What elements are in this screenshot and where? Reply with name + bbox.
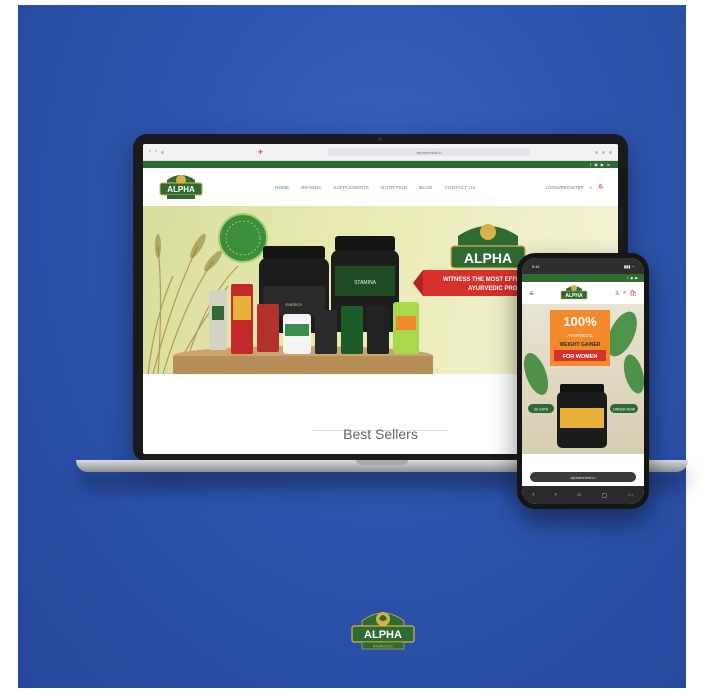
site-header: ALPHA HOME BRANDS SUPPLEMENTS NUTRITION … [143,168,618,206]
main-nav: HOME BRANDS SUPPLEMENTS NUTRITION BLOG C… [205,185,545,190]
site-logo[interactable]: ALPHA [157,172,205,202]
site-logo-text: ALPHA [167,185,195,194]
phone-logo-text: ALPHA [566,293,584,299]
phone-tabs-icon[interactable]: ▢ [601,492,607,499]
address-bar[interactable]: alphaherbal.in [327,148,531,156]
phone-pill-left: 30 CAPS [534,408,549,412]
mockup-canvas: ‹ › ✚ alphaherbal.in f ◉ ▶ in ALPHA HOME… [18,5,688,688]
phone-screen: 9:41 ▮▮▮ ◔ f ◉ ▶ ≡ ALPHA ♙ ⌕ 🛍 100% AYUR… [522,258,644,504]
top-social-bar: f ◉ ▶ in [143,161,618,168]
nav-item-brands[interactable]: BRANDS [301,185,321,190]
new-tab-icon[interactable] [602,150,605,154]
phone-back-icon[interactable]: ‹ [532,492,534,498]
phone-hero-line2: WEIGHT GAINER [560,342,601,348]
share-icon[interactable] [595,150,598,154]
product-label-stamina: STAMINA [354,280,377,286]
laptop-notch [356,460,408,465]
nav-item-blog[interactable]: BLOG [419,185,432,190]
tabs-icon[interactable] [609,150,612,154]
brand-logo-sub: AYURVEDIC [373,645,394,649]
phone-hero-banner: 100% AYURVEDIC WEIGHT GAINER FOR WOMEN 3… [522,304,644,454]
phone-social-bar: f ◉ ▶ [522,274,644,282]
phone-more-icon[interactable]: ⋯ [628,492,634,499]
phone-hero-percent: 100% [563,314,597,329]
camera-dot [378,137,382,141]
back-icon[interactable]: ‹ [149,149,151,155]
phone-search-icon[interactable]: ⌕ [623,290,626,297]
phone-status-bar: 9:41 ▮▮▮ ◔ [522,258,644,274]
linkedin-icon[interactable]: in [607,162,610,167]
status-time: 9:41 [532,263,540,269]
login-link[interactable]: LOGIN/REGISTER [545,185,583,190]
phone-user-icon[interactable]: ♙ [615,290,620,297]
phone-header: ≡ ALPHA ♙ ⌕ 🛍 [522,282,644,304]
phone-logo[interactable]: ALPHA [559,284,589,302]
phone-hero-line1: AYURVEDIC [567,333,594,338]
youtube-icon[interactable]: ▶ [601,162,604,167]
reload-icon[interactable] [161,150,164,154]
product-label-energy: ENERGY [286,302,303,307]
phone-address-bar[interactable]: alphaherbal.in [530,472,636,482]
phone-hero-line3: FOR WOMEN [563,354,598,360]
nav-item-contact[interactable]: CONTACT US [445,185,476,190]
nav-item-home[interactable]: HOME [275,185,289,190]
menu-icon[interactable]: ≡ [529,289,534,298]
brand-logo-text: ALPHA [364,629,402,641]
nav-item-nutrition[interactable]: NUTRITION [381,185,407,190]
phone-instagram-icon[interactable]: ◉ [630,276,633,280]
phone-forward-icon[interactable]: › [555,492,557,498]
browser-toolbar: ‹ › ✚ alphaherbal.in [143,144,618,161]
status-icons: ▮▮▮ ◔ [623,263,634,269]
phone-pill-right: ORDER NOW [613,408,636,412]
phone-home-icon[interactable]: ⌂ [577,492,581,498]
instagram-icon[interactable]: ◉ [594,162,598,167]
sidebar-icon[interactable]: ✚ [258,149,263,156]
phone: 9:41 ▮▮▮ ◔ f ◉ ▶ ≡ ALPHA ♙ ⌕ 🛍 100% AYUR… [517,253,649,509]
phone-cart-icon[interactable]: 🛍 [629,290,637,297]
search-icon[interactable]: ⌕ [590,185,593,190]
brand-logo: ALPHA AYURVEDIC [346,607,420,653]
facebook-icon[interactable]: f [590,162,591,167]
nav-item-supplements[interactable]: SUPPLEMENTS [333,185,369,190]
phone-bottom-toolbar: ‹ › ⌂ ▢ ⋯ [522,486,644,504]
forward-icon[interactable]: › [155,149,157,155]
phone-facebook-icon[interactable]: f [627,276,628,280]
hero-brand-badge: ALPHA [464,250,512,266]
phone-youtube-icon[interactable]: ▶ [635,276,638,280]
header-actions: LOGIN/REGISTER ⌕ 🛍 [545,184,604,190]
cart-icon[interactable]: 🛍 [598,184,604,190]
